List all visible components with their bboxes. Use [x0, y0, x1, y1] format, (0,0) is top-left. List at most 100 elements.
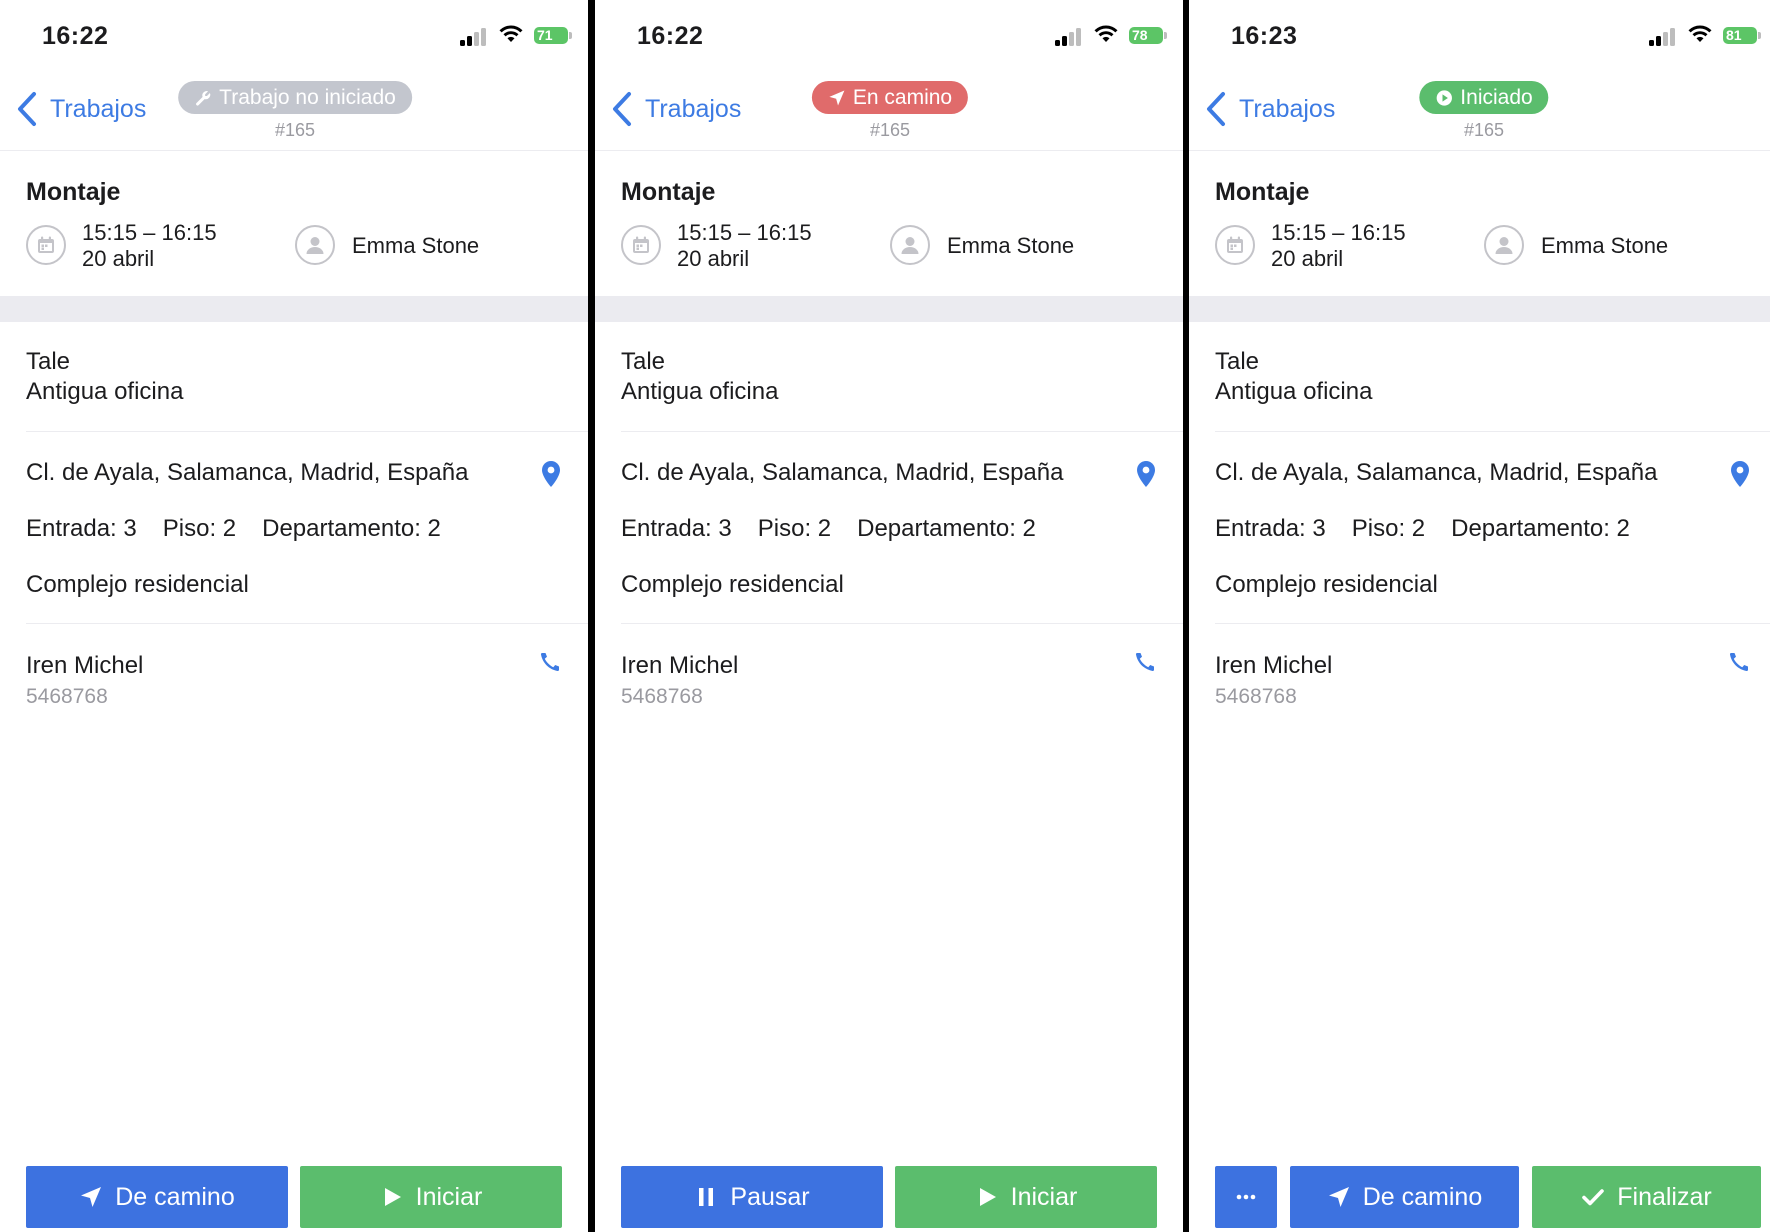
phone-icon[interactable]: [538, 650, 562, 674]
client-name: Tale: [621, 348, 666, 375]
battery-indicator: 81: [1723, 27, 1761, 44]
cellular-signal-icon: [460, 26, 490, 46]
navigation-arrow-icon: [1328, 1187, 1349, 1207]
start-label: Iniciar: [415, 1182, 483, 1211]
user-avatar-icon: [890, 225, 930, 265]
apartment: Departamento: 2: [262, 515, 441, 542]
map-pin-icon[interactable]: [540, 460, 562, 488]
map-pin-icon[interactable]: [1729, 460, 1751, 488]
floor: Piso: 2: [1351, 515, 1426, 542]
section-divider: [1189, 296, 1770, 322]
status-bar: 16:23 81: [1189, 0, 1770, 70]
divider: [1215, 623, 1770, 624]
contact-phone[interactable]: 5468768: [1215, 685, 1297, 709]
divider: [26, 431, 588, 432]
place-type: Complejo residencial: [621, 571, 844, 598]
address[interactable]: Cl. de Ayala, Salamanca, Madrid, España: [26, 459, 468, 487]
three-screens: 16:22 71 Trabajos Trabajo no iniciado #1…: [0, 0, 1770, 1232]
finish-label: Finalizar: [1617, 1182, 1712, 1211]
phone-icon[interactable]: [1727, 650, 1751, 674]
play-icon: [979, 1188, 996, 1206]
navigation-arrow-icon: [81, 1187, 102, 1207]
back-label: Trabajos: [50, 94, 147, 123]
job-number: #165: [1463, 120, 1505, 140]
job-detail-screen-en-route: 16:22 78 Trabajos En camino #165 Montaje…: [595, 0, 1183, 1232]
job-time-range: 15:15 – 16:15: [82, 220, 217, 245]
on-the-way-label: De camino: [1362, 1182, 1483, 1211]
nav-header: Trabajos En camino #165: [595, 70, 1183, 151]
status-bar: 16:22 78: [595, 0, 1183, 70]
calendar-icon: [1215, 225, 1255, 265]
contact-phone[interactable]: 5468768: [26, 685, 108, 709]
status-bar: 16:22 71: [0, 0, 588, 70]
address[interactable]: Cl. de Ayala, Salamanca, Madrid, España: [1215, 459, 1657, 487]
start-button[interactable]: Iniciar: [300, 1166, 562, 1228]
job-date: 20 abril: [1271, 246, 1344, 271]
wifi-icon: [1094, 25, 1118, 42]
checkmark-icon: [1582, 1189, 1605, 1206]
wifi-icon: [1688, 25, 1712, 42]
divider: [26, 623, 588, 624]
action-bar: De camino Iniciar: [26, 1166, 562, 1228]
job-number: #165: [274, 120, 316, 140]
divider: [1215, 431, 1770, 432]
play-icon: [384, 1188, 401, 1206]
on-the-way-button[interactable]: De camino: [26, 1166, 288, 1228]
pause-button[interactable]: Pausar: [621, 1166, 883, 1228]
job-number: #165: [869, 120, 911, 140]
contact-name: Iren Michel: [1215, 652, 1333, 679]
job-status-badge[interactable]: En camino: [811, 81, 969, 114]
start-button[interactable]: Iniciar: [895, 1166, 1157, 1228]
site-name: Antigua oficina: [621, 378, 779, 405]
nav-header: Trabajos Iniciado #165: [1189, 70, 1770, 151]
back-button[interactable]: Trabajos: [609, 90, 741, 128]
wifi-icon: [499, 25, 523, 42]
play-circle-icon: [1436, 89, 1452, 106]
job-detail-screen-not-started: 16:22 71 Trabajos Trabajo no iniciado #1…: [0, 0, 588, 1232]
nav-header: Trabajos Trabajo no iniciado #165: [0, 70, 588, 151]
job-time-range: 15:15 – 16:15: [1271, 220, 1406, 245]
address[interactable]: Cl. de Ayala, Salamanca, Madrid, España: [621, 459, 1063, 487]
address-details: Entrada: 3 Piso: 2 Departamento: 2: [26, 515, 441, 543]
navigation-arrow-icon: [829, 90, 845, 105]
assigned-worker: Emma Stone: [352, 233, 480, 258]
wrench-icon: [196, 90, 211, 106]
job-date: 20 abril: [82, 246, 155, 271]
battery-indicator: 78: [1129, 27, 1167, 44]
divider: [621, 623, 1183, 624]
finish-button[interactable]: Finalizar: [1532, 1166, 1761, 1228]
map-pin-icon[interactable]: [1135, 460, 1157, 488]
back-button[interactable]: Trabajos: [14, 90, 146, 128]
chevron-left-icon: [1207, 92, 1225, 126]
calendar-icon: [26, 225, 66, 265]
back-label: Trabajos: [1239, 94, 1336, 123]
action-bar: Pausar Iniciar: [621, 1166, 1157, 1228]
contact-phone[interactable]: 5468768: [621, 685, 703, 709]
chevron-left-icon: [613, 92, 631, 126]
contact-name: Iren Michel: [621, 652, 739, 679]
job-status-label: Trabajo no iniciado: [219, 86, 396, 109]
divider: [621, 431, 1183, 432]
client-name: Tale: [26, 348, 71, 375]
back-button[interactable]: Trabajos: [1203, 90, 1335, 128]
client-name: Tale: [1215, 348, 1260, 375]
place-type: Complejo residencial: [1215, 571, 1438, 598]
user-avatar-icon: [1484, 225, 1524, 265]
job-title: Montaje: [621, 178, 716, 206]
floor: Piso: 2: [162, 515, 237, 542]
more-button[interactable]: [1215, 1166, 1277, 1228]
cellular-signal-icon: [1649, 26, 1679, 46]
apartment: Departamento: 2: [857, 515, 1036, 542]
address-details: Entrada: 3 Piso: 2 Departamento: 2: [1215, 515, 1630, 543]
entrance: Entrada: 3: [621, 515, 732, 542]
job-status-badge[interactable]: Iniciado: [1419, 81, 1549, 114]
floor: Piso: 2: [757, 515, 832, 542]
phone-icon[interactable]: [1133, 650, 1157, 674]
pause-label: Pausar: [730, 1182, 810, 1211]
entrance: Entrada: 3: [26, 515, 137, 542]
job-status-label: Iniciado: [1460, 86, 1533, 109]
on-the-way-button[interactable]: De camino: [1290, 1166, 1519, 1228]
job-detail-screen-started: 16:23 81 Trabajos Iniciado #165 Montaje …: [1189, 0, 1770, 1232]
job-status-badge[interactable]: Trabajo no iniciado: [178, 81, 412, 114]
address-details: Entrada: 3 Piso: 2 Departamento: 2: [621, 515, 1036, 543]
